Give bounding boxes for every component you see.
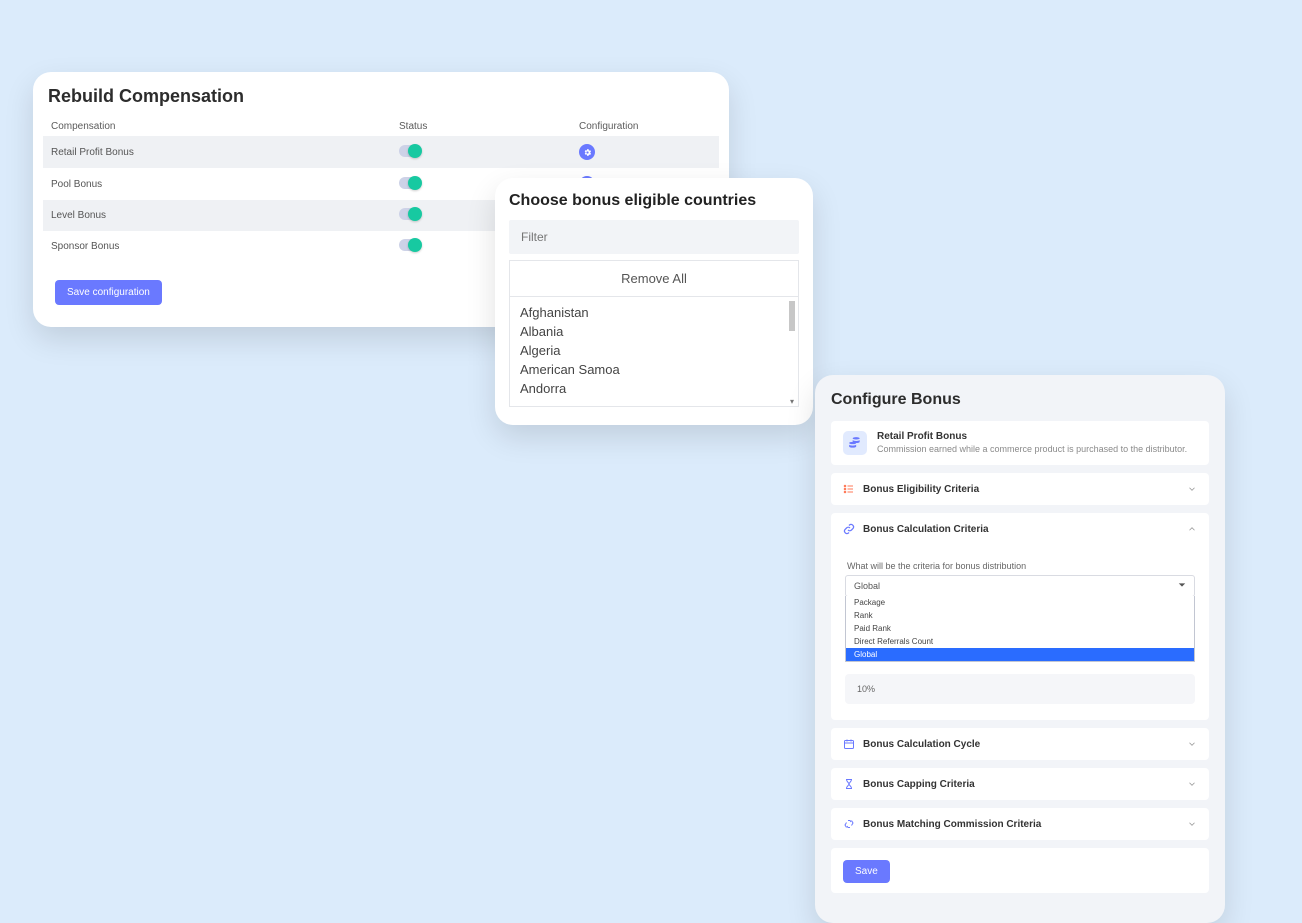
configure-bonus-card: Configure Bonus Retail Profit Bonus Comm…: [815, 375, 1225, 923]
criteria-dropdown: Package Rank Paid Rank Direct Referrals …: [845, 596, 1195, 662]
accordion-title: Bonus Calculation Cycle: [863, 739, 980, 750]
hourglass-icon: [843, 778, 855, 790]
accordion-header[interactable]: Bonus Matching Commission Criteria: [831, 808, 1209, 840]
list-icon: [843, 483, 855, 495]
calendar-icon: [843, 738, 855, 750]
country-list[interactable]: Afghanistan Albania Algeria American Sam…: [509, 297, 799, 407]
status-toggle[interactable]: [399, 177, 421, 189]
chevron-down-icon: [1187, 739, 1197, 749]
save-configuration-button[interactable]: Save configuration: [55, 280, 162, 305]
dropdown-option[interactable]: Package: [846, 596, 1194, 609]
eligible-countries-card: Choose bonus eligible countries Remove A…: [495, 178, 813, 425]
status-toggle[interactable]: [399, 239, 421, 251]
col-header-compensation: Compensation: [51, 121, 399, 132]
accordion-header[interactable]: Bonus Capping Criteria: [831, 768, 1209, 800]
chevron-up-icon: [1187, 524, 1197, 534]
accordion-header[interactable]: Bonus Calculation Cycle: [831, 728, 1209, 760]
list-item[interactable]: Albania: [520, 322, 788, 341]
country-filter-input[interactable]: [509, 220, 799, 254]
scroll-thumb[interactable]: [789, 301, 795, 331]
dropdown-option[interactable]: Rank: [846, 609, 1194, 622]
list-item[interactable]: Andorra: [520, 379, 788, 398]
save-button[interactable]: Save: [843, 860, 890, 883]
status-toggle[interactable]: [399, 145, 421, 157]
chevron-down-icon: [1187, 779, 1197, 789]
col-header-status: Status: [399, 121, 579, 132]
compensation-table-header: Compensation Status Configuration: [43, 117, 719, 136]
configure-title: Configure Bonus: [831, 391, 1209, 409]
select-value: Global: [854, 581, 880, 591]
bonus-name: Retail Profit Bonus: [877, 431, 1187, 442]
chevron-down-icon: [1187, 819, 1197, 829]
accordion-title: Bonus Matching Commission Criteria: [863, 819, 1041, 830]
chevron-down-icon: [1187, 484, 1197, 494]
select-chevron-icon: [1178, 581, 1186, 591]
accordion-eligibility: Bonus Eligibility Criteria: [831, 473, 1209, 505]
accordion-matching: Bonus Matching Commission Criteria: [831, 808, 1209, 840]
accordion-header[interactable]: Bonus Calculation Criteria: [831, 513, 1209, 545]
scroll-down-icon[interactable]: ▾: [788, 398, 796, 406]
accordion-header[interactable]: Bonus Eligibility Criteria: [831, 473, 1209, 505]
compensation-name: Level Bonus: [51, 210, 399, 221]
dropdown-option[interactable]: Global: [846, 648, 1194, 661]
list-item[interactable]: American Samoa: [520, 360, 788, 379]
dropdown-option[interactable]: Paid Rank: [846, 622, 1194, 635]
countries-title: Choose bonus eligible countries: [509, 192, 799, 210]
accordion-title: Bonus Calculation Criteria: [863, 524, 989, 535]
bonus-info-panel: Retail Profit Bonus Commission earned wh…: [831, 421, 1209, 465]
status-toggle[interactable]: [399, 208, 421, 220]
accordion-capping: Bonus Capping Criteria: [831, 768, 1209, 800]
compensation-name: Pool Bonus: [51, 179, 399, 190]
gear-icon: [583, 148, 592, 157]
save-row: Save: [831, 848, 1209, 893]
dropdown-option[interactable]: Direct Referrals Count: [846, 635, 1194, 648]
col-header-configuration: Configuration: [579, 121, 711, 132]
list-item[interactable]: Afghanistan: [520, 303, 788, 322]
remove-all-button[interactable]: Remove All: [509, 260, 799, 297]
bonus-description: Commission earned while a commerce produ…: [877, 444, 1187, 454]
accordion-body: What will be the criteria for bonus dist…: [831, 545, 1209, 720]
accordion-calculation: Bonus Calculation Criteria What will be …: [831, 513, 1209, 720]
recycle-icon: [843, 818, 855, 830]
compensation-name: Sponsor Bonus: [51, 241, 399, 252]
configure-button[interactable]: [579, 144, 595, 160]
compensation-name: Retail Profit Bonus: [51, 147, 399, 158]
accordion-cycle: Bonus Calculation Cycle: [831, 728, 1209, 760]
scrollbar[interactable]: ▴ ▾: [788, 299, 796, 407]
coins-icon: [843, 431, 867, 455]
table-row: Retail Profit Bonus: [43, 136, 719, 168]
criteria-label: What will be the criteria for bonus dist…: [847, 561, 1195, 571]
accordion-title: Bonus Eligibility Criteria: [863, 484, 979, 495]
bonus-value-display: 10%: [845, 674, 1195, 704]
criteria-select[interactable]: Global: [845, 575, 1195, 597]
list-item[interactable]: Algeria: [520, 341, 788, 360]
rebuild-title: Rebuild Compensation: [48, 86, 719, 107]
link-icon: [843, 523, 855, 535]
accordion-title: Bonus Capping Criteria: [863, 779, 975, 790]
